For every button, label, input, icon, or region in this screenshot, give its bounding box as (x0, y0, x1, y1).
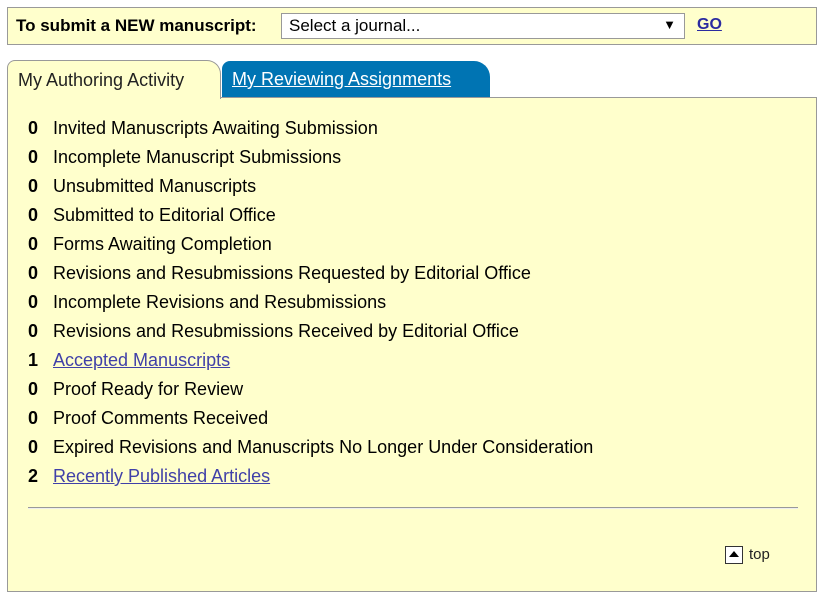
item-count: 0 (28, 176, 39, 196)
item-link[interactable]: Accepted Manuscripts (53, 350, 230, 371)
divider (28, 507, 798, 509)
item-label: Proof Comments Received (53, 408, 269, 428)
item-label: Incomplete Manuscript Submissions (53, 147, 342, 167)
item-label: Proof Ready for Review (53, 379, 244, 399)
item-label: Forms Awaiting Completion (53, 234, 272, 254)
tab-label: My Authoring Activity (18, 70, 185, 90)
arrow-up-icon (725, 546, 743, 565)
item-count: 0 (28, 408, 39, 428)
item-label: Expired Revisions and Manuscripts No Lon… (53, 437, 594, 457)
item-count: 0 (28, 147, 39, 167)
tab-label: My Reviewing Assignments (232, 69, 452, 89)
submit-manuscript-bar: To submit a NEW manuscript: Select a jou… (7, 7, 817, 45)
tab-authoring-activity[interactable]: My Authoring Activity (7, 60, 221, 99)
tab-reviewing-assignments[interactable]: My Reviewing Assignments (222, 61, 490, 97)
item-label: Incomplete Revisions and Resubmissions (53, 292, 387, 312)
item-count: 0 (28, 118, 39, 138)
item-link[interactable]: Recently Published Articles (53, 466, 270, 487)
item-label: Revisions and Resubmissions Received by … (53, 321, 519, 341)
item-count: 1 (28, 350, 39, 370)
item-count: 0 (28, 379, 39, 399)
dropdown-arrow-icon: ▼ (663, 17, 676, 32)
item-count: 0 (28, 263, 39, 283)
item-label: Revisions and Resubmissions Requested by… (53, 263, 531, 283)
back-to-top-link[interactable]: top (725, 546, 770, 565)
item-count: 0 (28, 321, 39, 341)
item-count: 2 (28, 466, 39, 486)
item-count: 0 (28, 234, 39, 254)
item-count: 0 (28, 437, 39, 457)
authoring-panel: 0 Invited Manuscripts Awaiting Submission… (7, 97, 817, 592)
item-label: Unsubmitted Manuscripts (53, 176, 257, 196)
item-count: 0 (28, 292, 39, 312)
journal-select-value: Select a journal... (289, 16, 421, 35)
submit-label: To submit a NEW manuscript: (16, 16, 257, 35)
item-label: Invited Manuscripts Awaiting Submission (53, 118, 378, 138)
journal-select[interactable]: Select a journal... ▼ (281, 13, 685, 39)
item-label: Submitted to Editorial Office (53, 205, 276, 225)
top-label: top (749, 546, 770, 563)
item-count: 0 (28, 205, 39, 225)
go-button[interactable]: GO (697, 16, 722, 34)
